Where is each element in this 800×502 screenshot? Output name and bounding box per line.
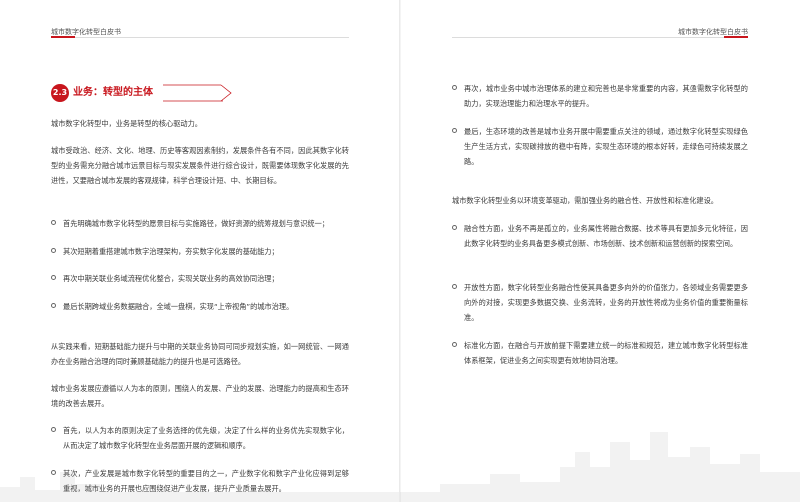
left-paragraph-1: 城市数字化转型中，业务是转型的核心驱动力。: [51, 119, 202, 128]
right-bullet-item: 标准化方面，在融合与开放前提下需要建立统一的标准和规范，建立城市数字化转型标准体…: [452, 338, 748, 368]
bullet-circle-icon: [452, 85, 457, 90]
section-number-badge: 2.3: [51, 84, 69, 102]
right-page: 城市数字化转型白皮书 再次，城市业务中城市治理体系的建立和完善也是非常重要的内容…: [400, 0, 800, 502]
left-bullet-item: 首先明确城市数字化转型的愿景目标与实施路径，做好资源的统筹规划与意识统一；: [51, 216, 349, 231]
section-title: 业务：转型的主体: [73, 87, 153, 98]
bullet-circle-icon: [452, 128, 457, 133]
left-bullet-item: 再次中期关联业务域流程优化整合，实现关联业务的高效协同治理；: [51, 271, 349, 286]
bullet-circle-icon: [452, 284, 457, 289]
bullet-circle-icon: [51, 427, 56, 432]
header-rule-left: [51, 37, 349, 38]
section-heading: 2.3 业务：转型的主体: [51, 84, 232, 102]
header-accent-left: [51, 36, 75, 38]
bullet-circle-icon: [51, 248, 56, 253]
bullet-circle-icon: [51, 275, 56, 280]
cityscape-watermark: [400, 432, 800, 502]
header-rule-right: [452, 37, 748, 38]
left-paragraph-2: 城市受政治、经济、文化、地理、历史等客观因素制约，发展条件各有不同，因此其数字化…: [51, 146, 349, 185]
header-accent-right: [724, 36, 748, 38]
section-arrow-decoration: [163, 84, 232, 102]
left-bullet-item: 最后长期跨域业务数据融合，全域一盘棋，实现“上帝视角”的城市治理。: [51, 299, 349, 314]
cityscape-watermark: [0, 472, 400, 502]
left-paragraph-4: 城市业务发展应遵循以人为本的原则，围绕人的发展、产业的发展、治理能力的提高和生态…: [51, 384, 349, 408]
right-bullet-item: 融合性方面，业务不再是孤立的，业务属性将融合数据、技术等具有更加多元化特征，因此…: [452, 221, 748, 251]
left-page: 城市数字化转型白皮书 2.3 业务：转型的主体 城市数字化转型中，业务是转型的核…: [0, 0, 400, 502]
right-bullet-item: 再次，城市业务中城市治理体系的建立和完善也是非常重要的内容，其亟需数字化转型的助…: [452, 81, 748, 111]
bullet-circle-icon: [51, 303, 56, 308]
left-bullet-item: 其次短期着重搭建城市数字治理架构，夯实数字化发展的基础能力；: [51, 244, 349, 259]
right-paragraph-1: 城市数字化转型业务以环境变革驱动，需加强业务的融合性、开放性和标准化建设。: [452, 196, 718, 205]
left-paragraph-3: 从实践来看，短期基础能力提升与中期的关联业务协同可同步规划实施，如一网统管、一网…: [51, 342, 349, 366]
right-bullet-item: 开放性方面，数字化转型业务融合性使其具备更多向外的价值张力，各领域业务需要更多向…: [452, 280, 748, 325]
right-bullet-item: 最后，生态环境的改善是城市业务开展中需要重点关注的领域，通过数字化转型实现绿色生…: [452, 124, 748, 169]
bullet-circle-icon: [51, 220, 56, 225]
bullet-circle-icon: [452, 225, 457, 230]
bullet-circle-icon: [452, 342, 457, 347]
